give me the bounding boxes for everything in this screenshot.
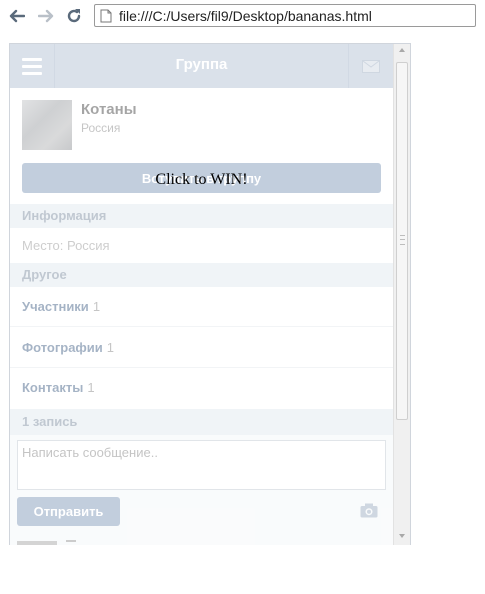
- address-bar[interactable]: file:///C:/Users/fil9/Desktop/bananas.ht…: [94, 4, 476, 27]
- scroll-down-arrow-icon[interactable]: [399, 534, 405, 538]
- contacts-label: Контакты: [22, 380, 84, 395]
- post-author-name: [66, 540, 76, 542]
- page-icon: [100, 9, 112, 23]
- contacts-count: 1: [87, 380, 95, 395]
- contacts-link[interactable]: Контакты 1: [10, 368, 393, 408]
- menu-icon: [22, 57, 42, 61]
- section-other-heading: Другое: [10, 263, 393, 287]
- members-count: 1: [92, 299, 101, 314]
- message-input[interactable]: [17, 440, 386, 490]
- group-name: Котаны: [81, 101, 137, 118]
- url-text: file:///C:/Users/fil9/Desktop/bananas.ht…: [119, 8, 372, 24]
- photos-count: 1: [106, 340, 115, 355]
- click-to-win-overlay[interactable]: Click to WIN!: [10, 171, 393, 189]
- app-header: Группа: [10, 44, 393, 88]
- camera-icon[interactable]: [360, 503, 378, 518]
- back-button[interactable]: [7, 6, 27, 26]
- post-composer: Отправить: [10, 435, 393, 545]
- photos-label: Фотографии: [22, 340, 103, 355]
- reload-button[interactable]: [64, 6, 84, 26]
- group-country: Россия: [81, 121, 121, 135]
- forward-arrow-icon: [38, 9, 54, 23]
- page-frame: Группа Котаны Россия Вступить в группу И…: [9, 43, 411, 545]
- scroll-grip-icon: [400, 235, 405, 245]
- messages-button[interactable]: [348, 44, 393, 88]
- browser-toolbar: file:///C:/Users/fil9/Desktop/bananas.ht…: [0, 0, 485, 33]
- post-author-avatar[interactable]: [17, 541, 57, 545]
- members-link[interactable]: Участники 1: [10, 287, 393, 327]
- posts-count-heading: 1 запись: [10, 409, 393, 435]
- place-info: Место: Россия: [22, 238, 110, 253]
- envelope-icon: [362, 59, 380, 73]
- members-label: Участники: [22, 299, 89, 314]
- faded-page-content: Группа Котаны Россия Вступить в группу И…: [10, 44, 393, 545]
- vertical-scrollbar[interactable]: [393, 44, 410, 545]
- send-button[interactable]: Отправить: [17, 497, 120, 526]
- page-title: Группа: [175, 56, 228, 73]
- menu-button[interactable]: [10, 44, 55, 88]
- group-avatar[interactable]: [22, 100, 72, 150]
- scroll-thumb[interactable]: [396, 62, 408, 420]
- forward-button[interactable]: [36, 6, 56, 26]
- photos-link[interactable]: Фотографии 1: [10, 328, 393, 368]
- back-arrow-icon: [9, 9, 25, 23]
- reload-icon: [67, 9, 81, 23]
- section-info-heading: Информация: [10, 204, 393, 228]
- scroll-up-arrow-icon[interactable]: [399, 48, 405, 52]
